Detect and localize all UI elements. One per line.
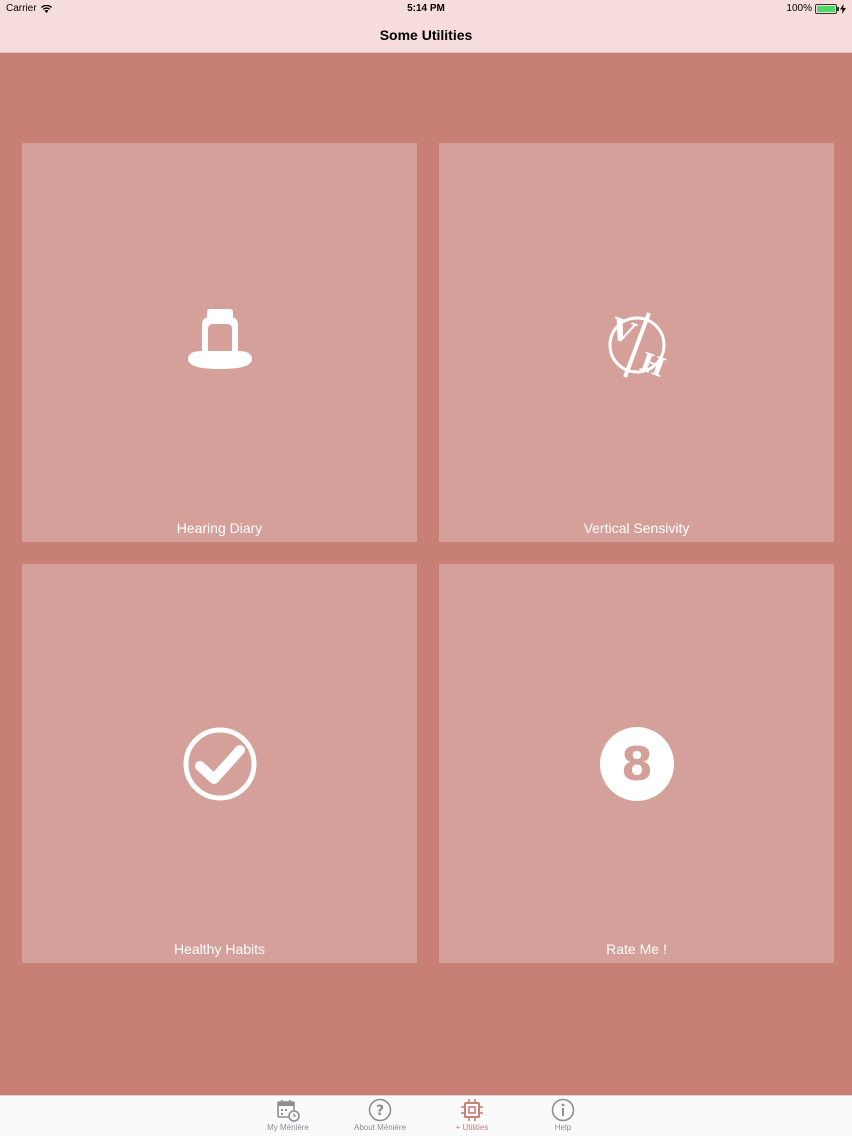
eight-ball-icon: 8	[599, 727, 674, 801]
chip-icon	[461, 1099, 483, 1121]
info-circle-icon	[551, 1098, 575, 1122]
rate-me-tile[interactable]: 8 Rate Me !	[439, 564, 834, 963]
calendar-clock-icon	[277, 1100, 300, 1122]
healthy-habits-tile[interactable]: Healthy Habits	[22, 564, 417, 963]
charging-icon	[840, 3, 846, 14]
question-circle-icon: ?	[368, 1098, 392, 1122]
battery-icon	[815, 3, 839, 14]
tab-label: About Ménière	[353, 1123, 407, 1132]
svg-text:?: ?	[376, 1103, 384, 1119]
check-circle-icon	[183, 727, 256, 801]
tab-my-meniere[interactable]: My Ménière	[248, 1098, 328, 1136]
tab-label: My Ménière	[267, 1123, 309, 1132]
tab-label: Help	[554, 1123, 572, 1132]
svg-text:8: 8	[620, 737, 652, 791]
tab-utilities[interactable]: + Utilities	[432, 1098, 512, 1136]
battery-percentage: 100%	[786, 3, 812, 14]
tile-label: Vertical Sensivity	[583, 520, 690, 536]
vertical-sensivity-tile[interactable]: V H Vertical Sensivity	[439, 143, 834, 542]
status-bar: Carrier 5:14 PM 100%	[0, 0, 852, 18]
tab-bar: My Ménière ? About Ménière + Utilities H…	[0, 1095, 852, 1136]
vh-icon: V H	[604, 311, 669, 383]
tab-help[interactable]: Help	[523, 1098, 603, 1136]
navigation-bar: Some Utilities	[0, 18, 852, 53]
tile-label: Healthy Habits	[173, 941, 266, 957]
tab-about-meniere[interactable]: ? About Ménière	[340, 1098, 420, 1136]
tab-label: + Utilities	[455, 1123, 489, 1132]
tile-label: Hearing Diary	[176, 520, 263, 536]
bell-jar-icon	[187, 309, 252, 369]
status-time: 5:14 PM	[407, 3, 445, 14]
tile-label: Rate Me !	[606, 941, 667, 957]
hearing-diary-tile[interactable]: Hearing Diary	[22, 143, 417, 542]
page-title: Some Utilities	[379, 27, 473, 43]
